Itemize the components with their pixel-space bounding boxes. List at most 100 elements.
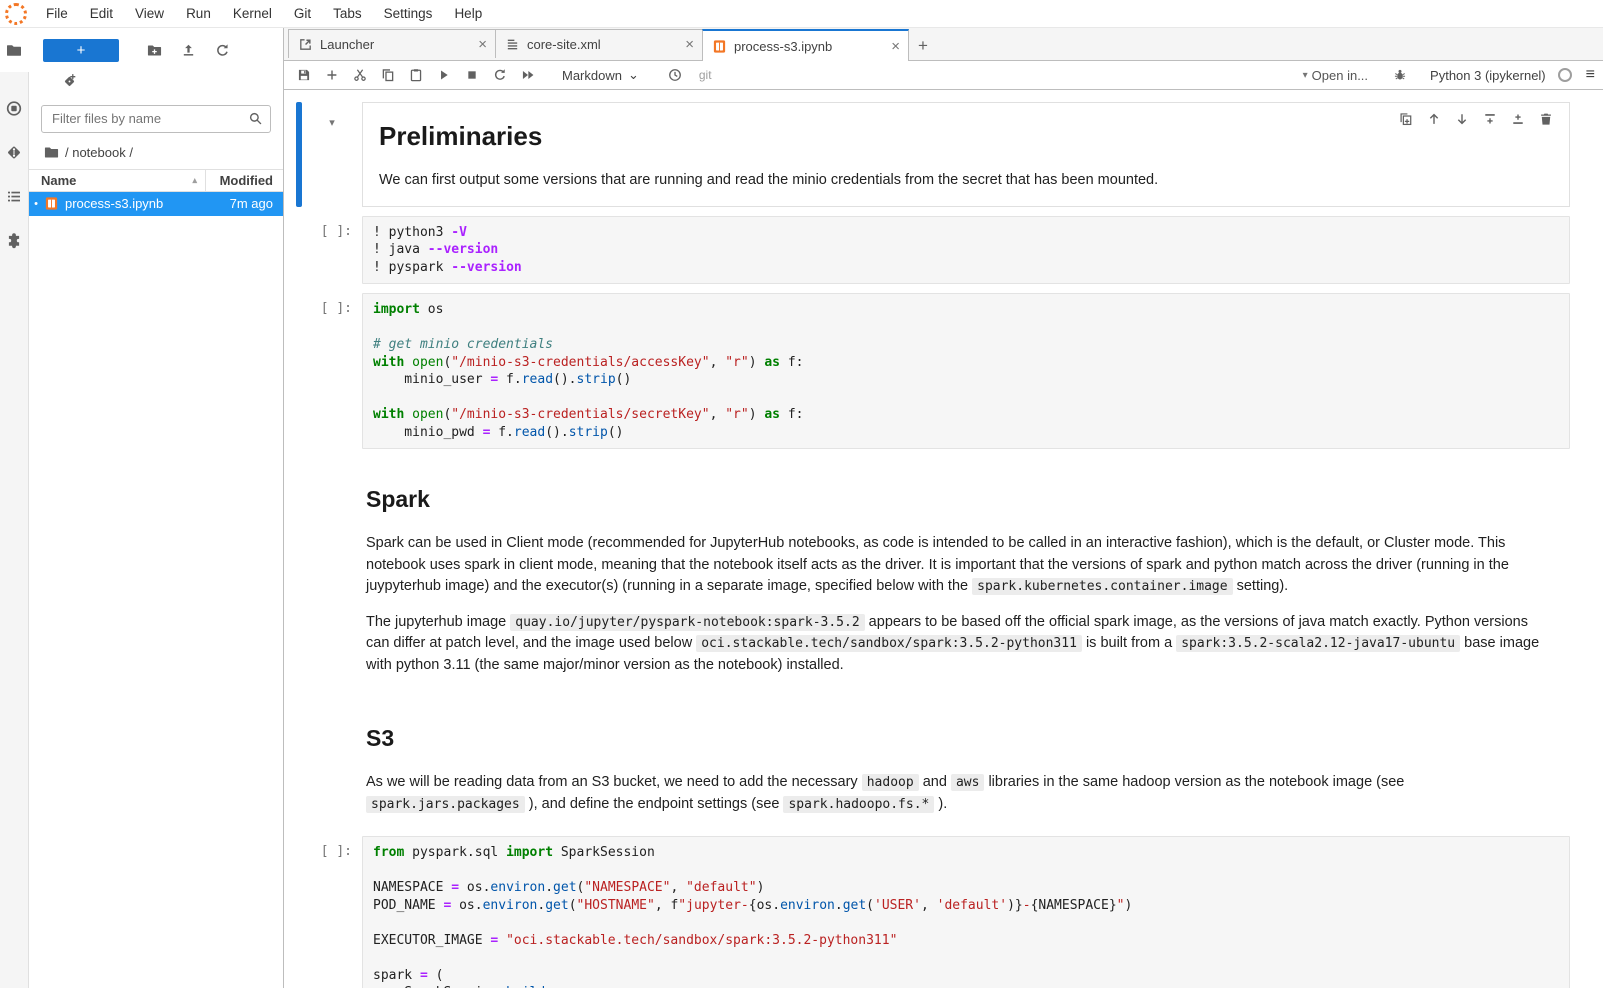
kernel-status-icon[interactable] xyxy=(1558,68,1572,82)
cell-collapser-icon[interactable] xyxy=(302,697,362,827)
move-cell-up-icon xyxy=(1426,111,1442,127)
paste-cells-button[interactable] xyxy=(402,62,430,88)
git-clone-icon[interactable] xyxy=(61,72,77,88)
inline-code: quay.io/jupyter/pyspark-notebook:spark-3… xyxy=(510,614,864,631)
restart-kernel-button[interactable] xyxy=(486,62,514,88)
insert-cell-button[interactable] xyxy=(318,62,346,88)
menu-git[interactable]: Git xyxy=(283,0,322,28)
close-tab-icon[interactable]: × xyxy=(478,37,487,52)
cell-type-dropdown[interactable]: Markdown ⌄ xyxy=(556,65,645,85)
menu-view[interactable]: View xyxy=(124,0,175,28)
tab-process-s3-ipynb[interactable]: process-s3.ipynb × xyxy=(702,29,909,61)
tab-label: process-s3.ipynb xyxy=(734,39,884,54)
debugger-bug-icon[interactable] xyxy=(1386,62,1414,88)
file-browser-panel: + / notebook / Name ▴ Modified •process-… xyxy=(29,28,284,988)
delete-cell-button[interactable] xyxy=(1534,109,1558,129)
cell-collapser-icon[interactable] xyxy=(302,458,362,688)
rendered-markdown[interactable]: SparkSpark can be used in Client mode (r… xyxy=(362,458,1570,688)
upload-button[interactable] xyxy=(171,38,205,62)
hamburger-menu-icon[interactable]: ≡ xyxy=(1586,66,1595,84)
close-tab-icon[interactable]: × xyxy=(685,37,694,52)
markdown-cell: SparkSpark can be used in Client mode (r… xyxy=(296,458,1570,688)
folder-icon xyxy=(43,145,59,161)
file-browser-icon xyxy=(6,42,22,58)
tab-launcher[interactable]: Launcher × xyxy=(288,29,495,58)
file-row[interactable]: •process-s3.ipynb7m ago xyxy=(29,192,283,216)
insert-cell-below-button[interactable] xyxy=(1506,109,1530,129)
sidebar-tab-running-sessions[interactable] xyxy=(0,86,29,130)
copy-cells-button[interactable] xyxy=(374,62,402,88)
code-editor[interactable]: ! python3 -V! java --version! pyspark --… xyxy=(362,216,1570,285)
tab-bar: Launcher×core-site.xml×process-s3.ipynb×… xyxy=(284,28,1603,61)
run-cell-button[interactable] xyxy=(430,62,458,88)
markdown-paragraph: Spark can be used in Client mode (recomm… xyxy=(366,533,1554,598)
new-tab-button[interactable]: + xyxy=(909,31,937,60)
code-editor[interactable]: import os # get minio credentialswith op… xyxy=(362,293,1570,449)
menu-settings[interactable]: Settings xyxy=(373,0,444,28)
restart-run-all-button[interactable] xyxy=(514,62,542,88)
cell-prompt: [ ]: xyxy=(302,216,362,285)
tab-label: Launcher xyxy=(320,37,471,52)
kernel-name[interactable]: Python 3 (ipykernel) xyxy=(1430,68,1546,83)
sidebar-tab-table-of-contents[interactable] xyxy=(0,174,29,218)
notebook-file-icon xyxy=(43,196,59,212)
menu-run[interactable]: Run xyxy=(175,0,222,28)
code-editor[interactable]: from pyspark.sql import SparkSession NAM… xyxy=(362,836,1570,988)
move-cell-up-button[interactable] xyxy=(1422,109,1446,129)
menu-kernel[interactable]: Kernel xyxy=(222,0,283,28)
sidebar-tab-file-browser[interactable] xyxy=(0,28,29,72)
file-list-header: Name ▴ Modified xyxy=(29,169,283,192)
bug-icon xyxy=(1392,67,1408,83)
column-modified[interactable]: Modified xyxy=(205,170,283,191)
chevron-down-icon: ⌄ xyxy=(628,67,639,83)
duplicate-cell-icon xyxy=(1398,111,1414,127)
cell-collapser-icon[interactable]: ▾ xyxy=(302,102,362,207)
filter-files-input[interactable] xyxy=(41,105,271,133)
insert-cell-above-icon xyxy=(1482,111,1498,127)
clock-icon[interactable] xyxy=(661,62,689,88)
code-cell: [ ]:! python3 -V! java --version! pyspar… xyxy=(296,216,1570,285)
breadcrumb[interactable]: / notebook / xyxy=(29,139,283,169)
tab-file-text-icon xyxy=(504,36,520,52)
copy-cells-icon xyxy=(380,67,396,83)
interrupt-kernel-icon xyxy=(464,67,480,83)
upload-icon xyxy=(180,42,196,58)
tab-launcher-icon xyxy=(297,36,313,52)
move-cell-down-button[interactable] xyxy=(1450,109,1474,129)
inline-code: aws xyxy=(951,774,984,791)
paste-cells-icon xyxy=(408,67,424,83)
open-in-dropdown[interactable]: ▾ Open in... xyxy=(1303,68,1368,83)
delete-cell-icon xyxy=(1538,111,1554,127)
cell-toolbar xyxy=(1392,107,1560,131)
markdown-cell: ▾PreliminariesWe can first output some v… xyxy=(296,102,1570,207)
duplicate-cell-button[interactable] xyxy=(1394,109,1418,129)
menu-edit[interactable]: Edit xyxy=(79,0,124,28)
tab-core-site-xml[interactable]: core-site.xml× xyxy=(495,29,702,58)
menu-file[interactable]: File xyxy=(35,0,79,28)
rendered-markdown[interactable]: S3As we will be reading data from an S3 … xyxy=(362,697,1570,827)
interrupt-kernel-button[interactable] xyxy=(458,62,486,88)
cut-cells-button[interactable] xyxy=(346,62,374,88)
new-launcher-button[interactable]: + xyxy=(43,39,119,62)
menu-tabs[interactable]: Tabs xyxy=(322,0,373,28)
menu-help[interactable]: Help xyxy=(443,0,493,28)
sidebar-tab-git[interactable] xyxy=(0,130,29,174)
insert-cell-above-button[interactable] xyxy=(1478,109,1502,129)
new-folder-icon xyxy=(146,42,162,58)
tab-notebook-icon xyxy=(711,38,727,54)
column-name[interactable]: Name ▴ xyxy=(29,173,205,188)
file-modified: 7m ago xyxy=(230,196,283,211)
refresh-button[interactable] xyxy=(205,38,239,62)
code-cell: [ ]:from pyspark.sql import SparkSession… xyxy=(296,836,1570,988)
inline-code: spark.kubernetes.container.image xyxy=(972,578,1232,595)
close-tab-icon[interactable]: × xyxy=(891,39,900,54)
rendered-markdown[interactable]: PreliminariesWe can first output some ve… xyxy=(362,102,1570,207)
save-button[interactable] xyxy=(290,62,318,88)
sidebar-tab-extension-manager[interactable] xyxy=(0,218,29,262)
sort-ascending-icon: ▴ xyxy=(192,175,197,186)
git-toolbar-label: git xyxy=(699,68,712,82)
markdown-paragraph: As we will be reading data from an S3 bu… xyxy=(366,772,1554,815)
file-name: process-s3.ipynb xyxy=(65,196,230,211)
file-browser-toolbar: + xyxy=(29,28,283,66)
new-folder-button[interactable] xyxy=(137,38,171,62)
